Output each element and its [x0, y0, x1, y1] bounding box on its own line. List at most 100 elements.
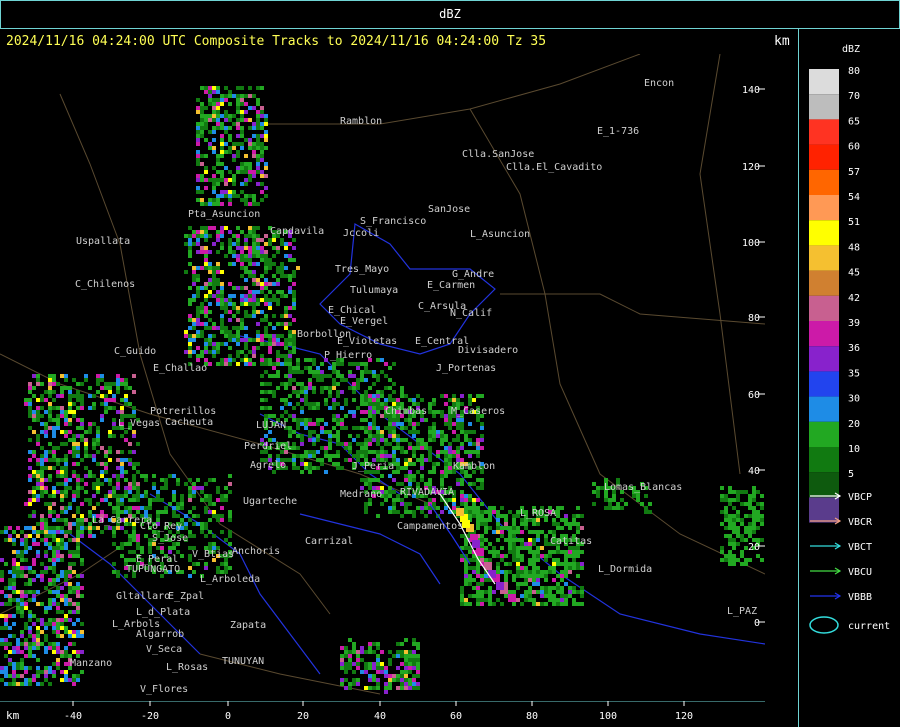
x-axis: -40 -20 0 20 40 60 80 100 120: [0, 701, 765, 722]
place-label: Divisadero: [458, 345, 518, 356]
place-label: L_Rosas: [166, 662, 208, 673]
legend-value: 5: [848, 469, 854, 480]
place-label: E_Chical: [328, 305, 376, 316]
place-label: Gltallaro: [116, 591, 170, 602]
legend-color-swatch: [809, 396, 839, 422]
legend-color-swatch: [809, 295, 839, 321]
place-label: E_Zpal: [168, 591, 204, 602]
place-label: Pta_Asuncion: [188, 209, 260, 220]
place-label: Anchoris: [232, 546, 280, 557]
legend-color-swatch: [809, 371, 839, 397]
legend-value: 57: [848, 167, 860, 178]
legend-color-swatch: [809, 169, 839, 195]
place-label: RIVADAVIA: [400, 487, 454, 498]
place-label: LUJAN: [256, 420, 286, 431]
place-label: Kamblon: [453, 461, 495, 472]
x-tick-label: -20: [141, 711, 159, 722]
place-label: L_Asuncion: [470, 229, 530, 240]
place-label: Cto_Rey: [140, 521, 182, 532]
x-tick-label: 80: [526, 711, 538, 722]
legend-color-swatch: [809, 346, 839, 372]
radar-map-canvas[interactable]: Ramblon Encon E_1-736 Clla.SanJose Clla.El_C…: [0, 53, 766, 701]
place-label: Campamentos: [397, 521, 463, 532]
place-label: L_ROSA: [520, 508, 556, 519]
map-background: [0, 54, 765, 701]
place-label: Tres_Mayo: [335, 264, 389, 275]
place-label: L_Arboleda: [200, 574, 260, 585]
place-label: Clla.El_Cavadito: [506, 162, 602, 173]
legend-value: 60: [848, 142, 860, 153]
header-timestamp: 2024/11/16 04:24:00 UTC Composite Tracks…: [6, 34, 547, 49]
place-label: Carrizal: [305, 536, 353, 547]
legend-value: 65: [848, 116, 860, 127]
legend-color-swatch: [809, 270, 839, 296]
top-title: dBZ: [439, 7, 461, 21]
place-label: SanJose: [428, 204, 470, 215]
legend-value: 80: [848, 66, 860, 77]
y-tick-label: 0: [754, 618, 760, 629]
x-tick-label: 100: [599, 711, 617, 722]
place-label: G_Andre: [452, 269, 494, 280]
legend-color-swatch: [809, 94, 839, 120]
place-label: Potrerillos: [150, 406, 216, 417]
legend-color-swatch: [809, 472, 839, 498]
legend-color-swatch: [809, 195, 839, 221]
x-tick-label: -40: [64, 711, 82, 722]
x-tick-label: 120: [675, 711, 693, 722]
place-label: E_Carmen: [427, 280, 475, 291]
place-label: S_Francisco: [360, 216, 426, 227]
place-label: J_Portenas: [436, 363, 496, 374]
legend-value: 10: [848, 444, 860, 455]
legend-current-label: current: [848, 621, 890, 632]
place-label: N_Calif: [450, 308, 492, 319]
place-label: Medrano: [340, 489, 382, 500]
place-label: Clla.SanJose: [462, 149, 534, 160]
x-tick-label: 20: [297, 711, 309, 722]
place-label: E_Vergel: [340, 316, 388, 327]
place-label: Catitas: [550, 536, 592, 547]
legend-color-swatch: [809, 144, 839, 170]
place-label: Chimbas: [385, 406, 427, 417]
place-label: Ramblon: [340, 116, 382, 127]
legend-value: 54: [848, 192, 860, 203]
legend-track-label: VBBB: [848, 592, 872, 603]
x-tick-label: 60: [450, 711, 462, 722]
legend-color-swatch: [809, 119, 839, 145]
legend-value: 70: [848, 91, 860, 102]
place-label: Jccoli: [343, 228, 379, 239]
place-label: V_Seca: [146, 644, 182, 655]
legend-color-swatch: [809, 321, 839, 347]
place-label: L_PAZ: [727, 606, 757, 617]
legend-color-swatch: [809, 245, 839, 271]
place-label: TUNUYAN: [222, 656, 264, 667]
y-tick-label: 20: [748, 542, 760, 553]
place-label: Perdriel: [244, 441, 292, 452]
place-label: Ugarteche: [243, 496, 297, 507]
legend-color-swatch: [809, 421, 839, 447]
radar-map[interactable]: Ramblon Encon E_1-736 Clla.SanJose Clla.El_C…: [0, 53, 766, 701]
x-tick-label: 40: [374, 711, 386, 722]
legend-value: 36: [848, 343, 860, 354]
y-tick-label: 80: [748, 313, 760, 324]
place-label: Encon: [644, 78, 674, 89]
x-tick-label: 0: [225, 711, 231, 722]
place-label: P_Hierro: [324, 350, 372, 361]
place-label: V_Btias: [192, 549, 234, 560]
y-tick-label: 100: [742, 238, 760, 249]
place-label: Agrelo: [250, 460, 286, 471]
x-axis-unit: km: [6, 709, 20, 722]
place-label: Manzano: [70, 658, 112, 669]
legend-value: 42: [848, 293, 860, 304]
legend-value: 30: [848, 394, 860, 405]
legend-track-label: VBCT: [848, 542, 872, 553]
legend-value: 35: [848, 368, 860, 379]
y-tick-label: 120: [742, 162, 760, 173]
legend-value: 48: [848, 242, 860, 253]
place-label: E_Violetas: [337, 336, 397, 347]
place-label: S_Jose: [152, 533, 188, 544]
place-label: C_Guido: [114, 346, 156, 357]
place-label: Algarrob: [136, 629, 184, 640]
y-tick-label: 140: [742, 85, 760, 96]
place-label: E_Challao: [153, 363, 207, 374]
place-label: L_Dormida: [598, 564, 652, 575]
